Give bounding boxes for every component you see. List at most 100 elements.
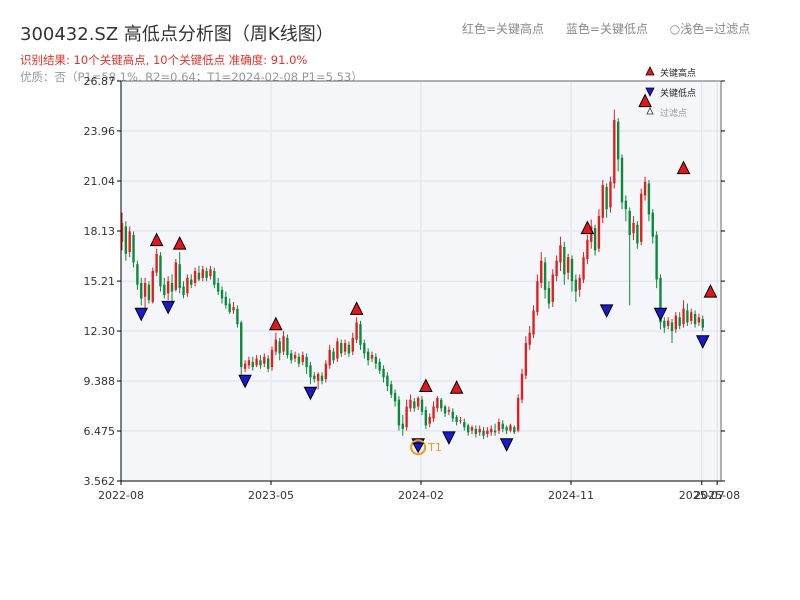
candle-body [274,339,278,352]
candle-body [616,121,620,160]
candle-body [240,322,243,368]
candle-body [566,257,570,273]
candle-body [293,355,297,359]
candle-body [578,277,581,290]
candle-body [216,282,220,292]
candle-body [390,384,393,395]
candle-body [451,411,454,419]
candle-body [386,375,389,386]
candle-body [166,281,170,294]
candle-body [470,427,474,431]
candle-body [416,397,420,407]
candle-body [374,356,378,364]
candle-body [555,260,558,277]
candle-body [640,193,643,242]
candle-body [432,406,435,419]
candle-body [163,284,166,296]
candle-body [382,368,385,378]
candle-body [697,317,701,323]
candle-body [620,157,624,203]
candle-body [428,416,431,424]
candle-body [413,401,416,409]
candle-body [682,308,685,325]
candle-body [543,262,547,290]
candle-body [340,343,343,354]
candle-body [278,341,281,354]
candle-body [266,358,270,369]
x-ticks: 2022-08 2023-05 2024-02 2024-11 2025-072025-… [98,481,740,502]
candle-body [370,355,374,359]
candle-body [247,360,251,366]
legend-entry: 关键高点 [660,67,696,79]
candle-body [609,181,612,208]
candle-body [424,409,428,426]
candle-body [190,279,193,285]
y-tick-label: 18.13 [84,225,116,238]
y-tick-label: 9.388 [84,375,116,388]
candle-body [324,363,328,380]
candle-body [551,274,554,302]
candle-body [582,257,585,280]
candle-body [178,264,181,289]
candle-body [297,356,301,364]
candle-body [316,373,320,381]
legend-entry: 关键低点 [660,87,696,99]
candle-body [143,282,147,297]
candle-body [516,397,520,431]
candle-body [147,284,151,301]
candle-body [436,397,439,409]
x-tick-label: 2022-08 [98,489,144,502]
candle-body [405,406,408,428]
candle-body [309,365,312,378]
candle-body [259,360,262,366]
candle-body [520,373,524,400]
y-tick-label: 3.562 [84,475,116,488]
candle-body [201,269,204,278]
candle-body [678,317,681,326]
candle-body [236,308,239,325]
candle-body [174,262,178,290]
candle-body [540,260,543,283]
x-tick-label: 2024-02 [398,489,444,502]
candle-body [270,349,274,368]
candle-body [393,392,397,402]
candle-body [420,399,424,412]
x-tick-label: 2024-11 [548,489,594,502]
candle-body [159,255,162,287]
t1-label: T1 [427,441,442,454]
candle-body [136,264,139,285]
candle-body [674,315,678,330]
candle-body [224,296,228,306]
candle-body [151,270,154,302]
candlestick-chart: T1 3.562 6.475 9.388 12.30 15.21 18.13 21.04 23.… [84,66,740,502]
candle-body [128,231,131,253]
candle-body [209,269,212,277]
candle-body [632,222,635,234]
candle-body [466,425,470,433]
candle-body [197,272,201,280]
candle-body [313,375,316,380]
candle-body [663,320,666,328]
candle-body [655,234,658,280]
candle-body [347,344,351,354]
candle-body [647,183,651,215]
candle-body [651,212,654,237]
candle-body [205,270,208,278]
candle-body [693,313,697,325]
candle-body [359,324,362,345]
candle-body [459,420,462,422]
candle-body [536,281,539,313]
candle-body [628,210,631,235]
candle-body [409,399,412,409]
candle-body [251,361,254,368]
candle-body [613,119,616,184]
y-tick-label: 15.21 [84,275,116,288]
candle-body [443,406,447,414]
candle-body [670,322,674,332]
candle-body [140,282,143,299]
candle-body [440,399,443,409]
candle-body [132,234,135,263]
y-tick-label: 12.30 [84,325,116,338]
candle-body [636,224,639,244]
candle-body [597,216,601,249]
